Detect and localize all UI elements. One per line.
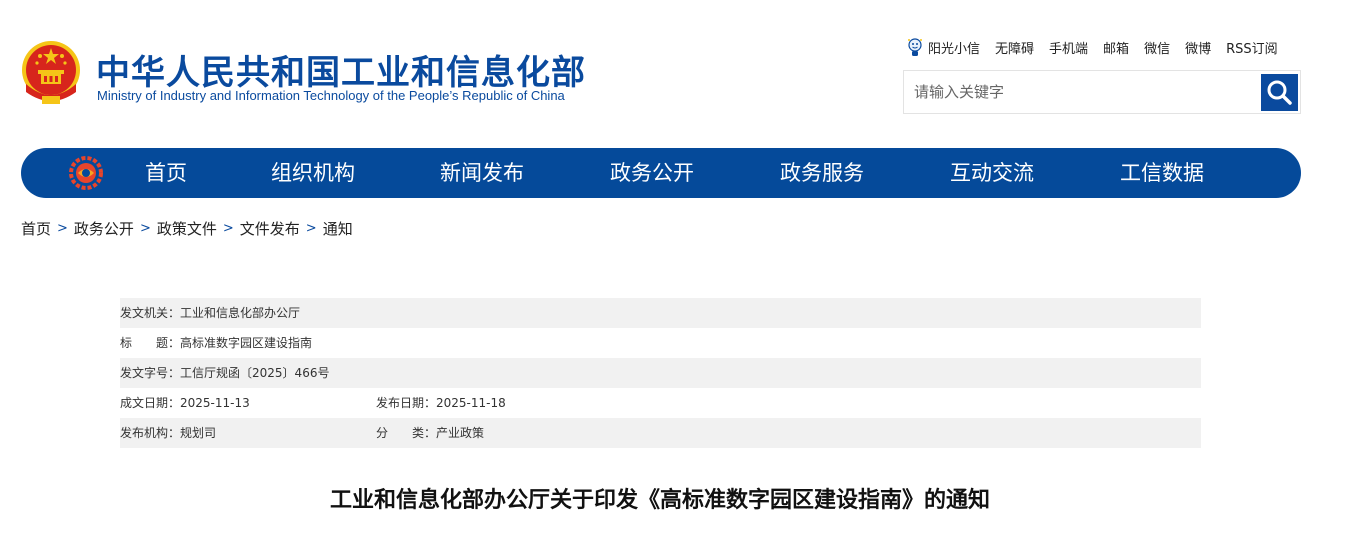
info-row: 标 题：高标准数字园区建设指南 bbox=[120, 328, 1201, 358]
breadcrumb-government-affairs[interactable]: 政务公开 bbox=[74, 218, 134, 239]
info-number-value: 工信厅规函〔2025〕466号 bbox=[180, 366, 330, 380]
info-published-value: 2025-11-18 bbox=[436, 396, 506, 410]
info-created-label: 成文日期： bbox=[120, 396, 181, 410]
nav-interaction[interactable]: 互动交流 bbox=[950, 148, 1034, 198]
breadcrumb-separator: > bbox=[222, 220, 234, 236]
link-mobile[interactable]: 手机端 bbox=[1049, 38, 1088, 57]
info-category: 分 类：产业政策 bbox=[376, 418, 484, 448]
nav-data[interactable]: 工信数据 bbox=[1120, 148, 1204, 198]
main-nav: 首页 组织机构 新闻发布 政务公开 政务服务 互动交流 工信数据 bbox=[21, 148, 1301, 198]
info-row: 发布机构：规划司 分 类：产业政策 bbox=[120, 418, 1201, 448]
site-title-cn[interactable]: 中华人民共和国工业和信息化部 bbox=[96, 45, 586, 94]
info-created-value: 2025-11-13 bbox=[180, 396, 250, 410]
nav-home[interactable]: 首页 bbox=[145, 148, 187, 198]
national-emblem-icon[interactable] bbox=[20, 40, 82, 106]
link-wechat[interactable]: 微信 bbox=[1144, 38, 1170, 57]
info-issuer-value: 工业和信息化部办公厅 bbox=[180, 306, 301, 320]
document-title: 工业和信息化部办公厅关于印发《高标准数字园区建设指南》的通知 bbox=[329, 488, 990, 513]
info-title: 标 题：高标准数字园区建设指南 bbox=[120, 328, 312, 358]
nav-government-affairs[interactable]: 政务公开 bbox=[610, 148, 694, 198]
link-sunshine-assistant[interactable]: 阳光小信 bbox=[928, 38, 980, 57]
top-links: 阳光小信 无障碍 手机端 邮箱 微信 微博 RSS订阅 bbox=[906, 37, 1278, 57]
info-row: 发文机关：工业和信息化部办公厅 bbox=[120, 298, 1201, 328]
sunshine-assistant-icon[interactable] bbox=[906, 37, 924, 57]
search-box bbox=[903, 70, 1301, 114]
breadcrumb-notice[interactable]: 通知 bbox=[323, 218, 353, 239]
info-created-date: 成文日期：2025-11-13 bbox=[120, 388, 250, 418]
info-agency-label: 发布机构： bbox=[120, 426, 181, 440]
site-header: 中华人民共和国工业和信息化部 Ministry of Industry and … bbox=[0, 0, 1365, 140]
info-issuer: 发文机关：工业和信息化部办公厅 bbox=[120, 298, 300, 328]
miit-logo-icon[interactable] bbox=[69, 156, 103, 190]
info-agency-value: 规划司 bbox=[180, 426, 217, 440]
info-number-label: 发文字号： bbox=[120, 366, 181, 380]
info-category-value: 产业政策 bbox=[436, 426, 485, 440]
info-title-value: 高标准数字园区建设指南 bbox=[180, 336, 313, 350]
info-row: 发文字号：工信厅规函〔2025〕466号 bbox=[120, 358, 1201, 388]
search-icon bbox=[1267, 80, 1292, 105]
breadcrumb-home[interactable]: 首页 bbox=[21, 218, 51, 239]
info-agency: 发布机构：规划司 bbox=[120, 418, 216, 448]
info-row: 成文日期：2025-11-13 发布日期：2025-11-18 bbox=[120, 388, 1201, 418]
info-title-label: 标 题： bbox=[120, 336, 181, 350]
nav-organization[interactable]: 组织机构 bbox=[271, 148, 355, 198]
breadcrumb-separator: > bbox=[57, 220, 68, 236]
info-published-date: 发布日期：2025-11-18 bbox=[376, 388, 506, 418]
breadcrumb-separator: > bbox=[139, 220, 151, 236]
info-published-label: 发布日期： bbox=[376, 396, 437, 410]
info-number: 发文字号：工信厅规函〔2025〕466号 bbox=[120, 358, 329, 388]
search-input[interactable] bbox=[904, 71, 1258, 113]
link-rss[interactable]: RSS订阅 bbox=[1226, 38, 1278, 57]
breadcrumb-separator: > bbox=[305, 220, 317, 236]
nav-news[interactable]: 新闻发布 bbox=[440, 148, 524, 198]
info-category-label: 分 类： bbox=[376, 426, 437, 440]
link-mailbox[interactable]: 邮箱 bbox=[1103, 38, 1129, 57]
breadcrumb-policy-documents[interactable]: 政策文件 bbox=[157, 218, 217, 239]
info-issuer-label: 发文机关： bbox=[120, 306, 181, 320]
document-info-table: 发文机关：工业和信息化部办公厅 标 题：高标准数字园区建设指南 发文字号：工信厅… bbox=[120, 298, 1201, 448]
breadcrumb: 首页 > 政务公开 > 政策文件 > 文件发布 > 通知 bbox=[21, 218, 353, 238]
search-button[interactable] bbox=[1261, 74, 1298, 111]
nav-government-services[interactable]: 政务服务 bbox=[780, 148, 864, 198]
site-title-en[interactable]: Ministry of Industry and Information Tec… bbox=[97, 88, 565, 103]
link-weibo[interactable]: 微博 bbox=[1185, 38, 1211, 57]
link-accessibility[interactable]: 无障碍 bbox=[995, 38, 1034, 57]
breadcrumb-document-release[interactable]: 文件发布 bbox=[240, 218, 300, 239]
